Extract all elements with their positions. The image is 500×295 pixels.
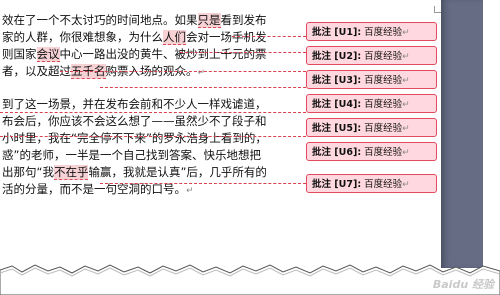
comment-text: 百度经验 bbox=[364, 75, 403, 86]
text-segment: 输赢，我就是认真”后，几乎所有的 bbox=[88, 165, 267, 179]
comment-connector bbox=[180, 52, 306, 53]
paragraph-mark: ↵ bbox=[402, 100, 410, 110]
comment-balloon-1[interactable]: 批注 [U1]: 百度经验↵ bbox=[306, 22, 437, 41]
paragraph-mark: ↵ bbox=[402, 124, 410, 134]
comment-tag: 批注 [U4]: bbox=[312, 99, 362, 110]
comment-balloon-5[interactable]: 批注 [U5]: 百度经验↵ bbox=[306, 118, 437, 137]
comment-connector bbox=[0, 136, 306, 137]
text-line[interactable]: 惑”的老师，一半是一个自己找到答案、快乐地想把 bbox=[2, 147, 267, 164]
paragraph-mark: ↵ bbox=[402, 148, 410, 158]
comment-text: 百度经验 bbox=[364, 27, 403, 38]
watermark: Baidu 经验 bbox=[432, 278, 494, 291]
screenshot-edge bbox=[483, 0, 500, 268]
text-line[interactable]: 到了这一场景，并在发布会前和不少人一样戏谑道， bbox=[2, 96, 267, 113]
comment-balloon-7[interactable]: 批注 [U7]: 百度经验↵ bbox=[306, 174, 437, 193]
paragraph-mark: ↵ bbox=[186, 186, 194, 196]
comment-text: 百度经验 bbox=[364, 99, 403, 110]
text-segment: 家的人群，你很难想象，为什么 bbox=[2, 30, 163, 44]
comment-tag: 批注 [U2]: bbox=[312, 51, 362, 62]
comment-text: 百度经验 bbox=[364, 179, 403, 190]
paragraph-mark: ↵ bbox=[402, 28, 410, 38]
text-segment: 小时里，我在“完全停不下来”的罗永浩身上看到的， bbox=[2, 131, 267, 145]
comment-anchor-1[interactable]: 只是 bbox=[197, 13, 221, 28]
text-segment: 布会后，你应该不会这么想了——虽然少不了段子和 bbox=[2, 114, 267, 128]
comment-tag: 批注 [U5]: bbox=[312, 123, 362, 134]
document-page: 效在了一个不太讨巧的时间地点。如果只是看到发布 家的人群，你很难想象，为什么人们… bbox=[0, 0, 441, 268]
comment-text: 百度经验 bbox=[364, 123, 403, 134]
text-segment: 会对一场手机发 bbox=[186, 30, 267, 44]
text-segment: 则国家 bbox=[2, 47, 37, 61]
paragraph-mark: ↵ bbox=[402, 52, 410, 62]
text-segment: 看到发布 bbox=[220, 13, 267, 27]
comment-text: 百度经验 bbox=[364, 147, 403, 158]
comment-connector bbox=[100, 87, 306, 88]
comment-connector bbox=[100, 183, 306, 184]
text-line[interactable]: 小时里，我在“完全停不下来”的罗永浩身上看到的， bbox=[2, 130, 267, 147]
comment-tag: 批注 [U6]: bbox=[312, 147, 362, 158]
comment-anchor-3[interactable]: 会议 bbox=[36, 47, 60, 62]
comment-anchor-7[interactable]: 不在乎 bbox=[53, 165, 89, 180]
text-line[interactable]: 布会后，你应该不会这么想了——虽然少不了段子和 bbox=[2, 113, 267, 130]
comment-tag: 批注 [U3]: bbox=[312, 75, 362, 86]
comment-tag: 批注 [U7]: bbox=[312, 179, 362, 190]
text-segment: 到了这一场景，并在发布会前和不少人一样戏谑道， bbox=[2, 97, 267, 111]
torn-paper-edge bbox=[0, 264, 500, 295]
comment-connector bbox=[60, 71, 306, 72]
paragraph-mark: ↵ bbox=[197, 68, 206, 78]
text-segment: 中心一路出没的黄牛、被炒到上千元的票 bbox=[59, 47, 267, 61]
margin-corner-mark bbox=[434, 6, 441, 13]
text-segment: 效在了一个不太讨巧的时间地点。如果 bbox=[2, 13, 198, 27]
comment-balloon-3[interactable]: 批注 [U3]: 百度经验↵ bbox=[306, 70, 437, 89]
paragraph-mark: ↵ bbox=[402, 76, 410, 86]
window-background bbox=[441, 0, 483, 268]
comment-anchor-2[interactable]: 人们 bbox=[163, 30, 186, 45]
comment-text: 百度经验 bbox=[364, 51, 403, 62]
text-line[interactable]: 则国家会议中心一路出没的黄牛、被炒到上千元的票 bbox=[2, 46, 267, 63]
comment-balloon-4[interactable]: 批注 [U4]: 百度经验↵ bbox=[306, 94, 437, 113]
comment-tag: 批注 [U1]: bbox=[312, 27, 362, 38]
comment-balloon-6[interactable]: 批注 [U6]: 百度经验↵ bbox=[306, 142, 437, 161]
text-line[interactable]: 出那句“我不在乎输赢，我就是认真”后，几乎所有的 bbox=[2, 164, 267, 181]
comment-connector bbox=[232, 36, 306, 37]
comment-balloon-2[interactable]: 批注 [U2]: 百度经验↵ bbox=[306, 46, 437, 65]
paragraph-mark: ↵ bbox=[402, 180, 410, 190]
text-segment: 惑”的老师，一半是一个自己找到答案、快乐地想把 bbox=[2, 148, 261, 162]
comment-connector bbox=[0, 112, 306, 113]
text-line[interactable]: 效在了一个不太讨巧的时间地点。如果只是看到发布 bbox=[2, 12, 267, 29]
text-segment: 出那句“我 bbox=[2, 165, 54, 179]
paragraph-1: 效在了一个不太讨巧的时间地点。如果只是看到发布 家的人群，你很难想象，为什么人们… bbox=[2, 12, 267, 80]
text-line[interactable]: 家的人群，你很难想象，为什么人们会对一场手机发 bbox=[2, 29, 267, 46]
text-segment: 活的分量，而不是一句空洞的口号。 bbox=[2, 182, 186, 196]
